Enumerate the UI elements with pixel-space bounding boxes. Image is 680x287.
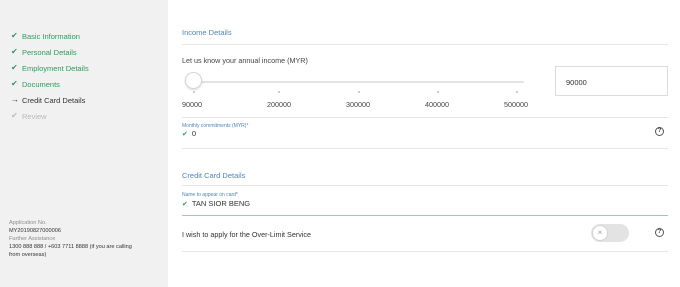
main-form: Income Details Let us know your annual i… [182, 0, 668, 287]
assistance-text: 1300 888 888 / +603 7711 8888 (if you ar… [9, 244, 132, 250]
assistance-label: Further Assistance [9, 236, 56, 242]
step-basic-information[interactable]: ✔ Basic Information [11, 28, 89, 44]
income-question: Let us know your annual income (MYR) [182, 56, 308, 65]
slider-tick-dot [358, 91, 360, 93]
step-label: Employment Details [22, 63, 89, 73]
check-icon: ✔ [11, 31, 18, 40]
check-icon: ✔ [11, 63, 18, 72]
check-icon: ✔ [182, 200, 188, 208]
step-review: ✔ Review [11, 108, 89, 124]
income-slider-track[interactable] [186, 81, 524, 83]
income-slider-thumb[interactable] [185, 72, 202, 89]
slider-tick-label: 500000 [504, 100, 528, 109]
divider [182, 44, 668, 45]
check-icon: ✔ [11, 79, 18, 88]
check-icon: ✔ [11, 111, 18, 120]
step-label: Personal Details [22, 47, 77, 57]
slider-tick-label: 300000 [346, 100, 370, 109]
step-credit-card-details[interactable]: → Credit Card Details [11, 92, 89, 108]
monthly-commitments-field[interactable]: ✔ 0 [182, 129, 196, 138]
close-icon: × [592, 225, 608, 241]
slider-tick-label: 400000 [425, 100, 449, 109]
check-icon: ✔ [182, 130, 188, 138]
slider-tick-dot [278, 91, 280, 93]
income-section-title: Income Details [182, 28, 232, 37]
step-label: Credit Card Details [22, 95, 86, 105]
step-employment-details[interactable]: ✔ Employment Details [11, 60, 89, 76]
application-info: Application No. MY20190827000006 Further… [9, 219, 159, 259]
card-name-label: Name to appear on card* [182, 192, 238, 198]
application-no-label: Application No. [9, 220, 47, 226]
monthly-commitments-value: 0 [191, 129, 197, 138]
step-label: Documents [22, 79, 60, 89]
sidebar: ✔ Basic Information ✔ Personal Details ✔… [0, 0, 168, 287]
step-documents[interactable]: ✔ Documents [11, 76, 89, 92]
slider-tick-dot [516, 91, 518, 93]
help-icon[interactable]: ? [655, 127, 664, 136]
step-label: Review [22, 111, 47, 121]
application-no: MY20190827000006 [9, 228, 61, 234]
input-underline [182, 215, 668, 216]
overlimit-label: I wish to apply for the Over-Limit Servi… [182, 230, 312, 239]
progress-steps: ✔ Basic Information ✔ Personal Details ✔… [11, 28, 89, 124]
help-icon[interactable]: ? [655, 228, 664, 237]
divider [182, 251, 668, 252]
step-label: Basic Information [22, 31, 80, 41]
assistance-text-continued: from overseas) [9, 252, 47, 258]
check-icon: ✔ [11, 47, 18, 56]
card-name-field[interactable]: ✔ TAN SIOR BENG [182, 199, 250, 208]
step-personal-details[interactable]: ✔ Personal Details [11, 44, 89, 60]
divider [182, 185, 668, 186]
overlimit-toggle[interactable]: × [591, 224, 629, 242]
divider [182, 117, 668, 118]
slider-tick-dot [437, 91, 439, 93]
slider-tick-label: 90000 [182, 100, 202, 109]
card-name-value: TAN SIOR BENG [191, 199, 251, 208]
slider-tick-dot [193, 91, 195, 93]
credit-card-section-title: Credit Card Details [182, 171, 246, 180]
arrow-right-icon: → [11, 95, 19, 104]
divider [182, 148, 668, 149]
slider-tick-label: 200000 [267, 100, 291, 109]
annual-income-input[interactable]: 90000 [555, 66, 668, 96]
